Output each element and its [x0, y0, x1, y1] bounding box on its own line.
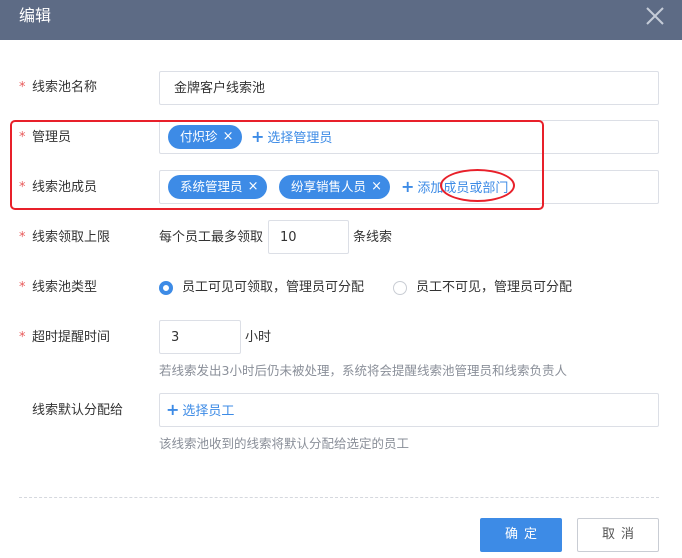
limit-label: 线索领取上限: [32, 230, 111, 245]
default-assign-field[interactable]: + 选择员工: [159, 393, 659, 427]
pool-type-radio-visible[interactable]: [159, 281, 173, 295]
pool-name-input[interactable]: 金牌客户线索池: [159, 71, 659, 105]
pool-type-label: 线索池类型: [32, 280, 98, 295]
limit-value: 10: [280, 230, 297, 245]
select-employee-button[interactable]: + 选择员工: [166, 400, 234, 422]
pool-name-value: 金牌客户线索池: [174, 81, 266, 96]
pool-name-label: 线索池名称: [32, 80, 98, 95]
dialog-header: 编辑: [0, 0, 682, 40]
pool-type-radio-hidden[interactable]: [393, 281, 407, 295]
limit-input[interactable]: 10: [268, 220, 349, 254]
pool-type-option-hidden[interactable]: 员工不可见，管理员可分配: [416, 279, 572, 297]
timeout-input[interactable]: 3: [159, 320, 241, 354]
limit-suffix: 条线索: [353, 230, 393, 245]
dialog-title: 编辑: [19, 6, 52, 25]
annotation-ellipse: [440, 169, 515, 202]
timeout-label: 超时提醒时间: [32, 330, 111, 345]
cancel-button[interactable]: 取消: [577, 518, 659, 552]
default-assign-label: 线索默认分配给: [32, 403, 124, 418]
required-mark: *: [19, 230, 26, 245]
required-mark: *: [19, 280, 26, 295]
default-assign-hint: 该线索池收到的线索将默认分配给选定的员工: [159, 436, 410, 451]
limit-prefix: 每个员工最多领取: [159, 230, 264, 245]
required-mark: *: [19, 80, 26, 95]
required-mark: *: [19, 330, 26, 345]
confirm-button[interactable]: 确定: [480, 518, 562, 552]
timeout-hint: 若线索发出3小时后仍未被处理，系统将会提醒线索池管理员和线索负责人: [159, 363, 567, 378]
select-employee-label: 选择员工: [182, 404, 235, 419]
timeout-unit: 小时: [245, 330, 272, 345]
timeout-value: 3: [171, 330, 180, 345]
plus-icon: +: [166, 400, 180, 419]
pool-type-option-visible[interactable]: 员工可见可领取，管理员可分配: [182, 279, 364, 297]
close-icon[interactable]: [645, 6, 665, 26]
footer-divider: [19, 497, 659, 498]
